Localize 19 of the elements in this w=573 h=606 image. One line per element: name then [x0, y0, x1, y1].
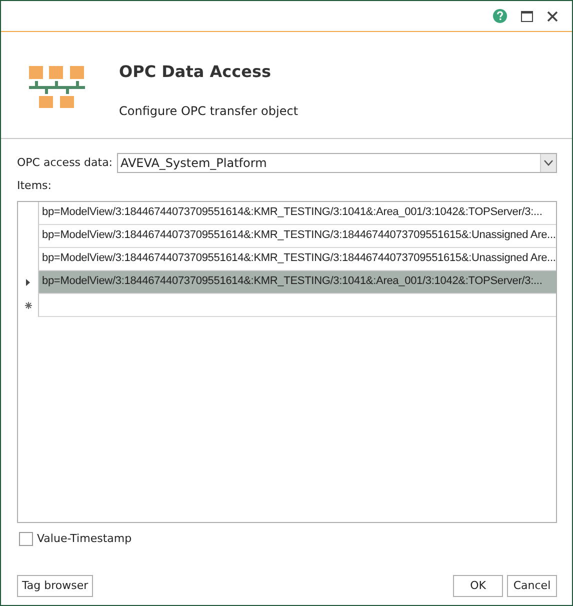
- dialog-title: OPC Data Access: [119, 61, 272, 83]
- item-row[interactable]: bp=ModelView/3:18446744073709551614&:KMR_TESTING/3:1041&:Area_001/3:1042&:TOPServer/3:...: [38, 202, 556, 224]
- caret-icon: [544, 160, 553, 166]
- checkbox-label: Value-Timestamp: [37, 530, 132, 546]
- access-data-dropdown[interactable]: AVEVA_System_Platform: [116, 153, 557, 173]
- field-label: OPC access data:: [17, 154, 113, 171]
- checkbox[interactable]: [19, 532, 33, 546]
- dialog-button[interactable]: Tag browser: [17, 575, 94, 597]
- new-row-icon: [24, 302, 32, 308]
- help-icon[interactable]: [493, 9, 507, 23]
- new-row-cell[interactable]: [38, 294, 556, 316]
- items-label: Items:: [17, 178, 52, 194]
- dialog-button[interactable]: OK: [453, 575, 503, 597]
- dialog-button[interactable]: Cancel: [507, 575, 557, 597]
- dialog-subtitle: Configure OPC transfer object: [119, 103, 298, 120]
- close-icon[interactable]: [547, 10, 558, 22]
- maximize-icon[interactable]: [521, 10, 533, 22]
- item-row[interactable]: bp=ModelView/3:18446744073709551614&:KMR_TESTING/3:1041&:Area_001/3:1042&:TOPServer/3:...: [38, 270, 556, 294]
- item-row[interactable]: bp=ModelView/3:18446744073709551614&:KMR_TESTING/3:18446744073709551615&:Unassigned Are...: [38, 224, 556, 248]
